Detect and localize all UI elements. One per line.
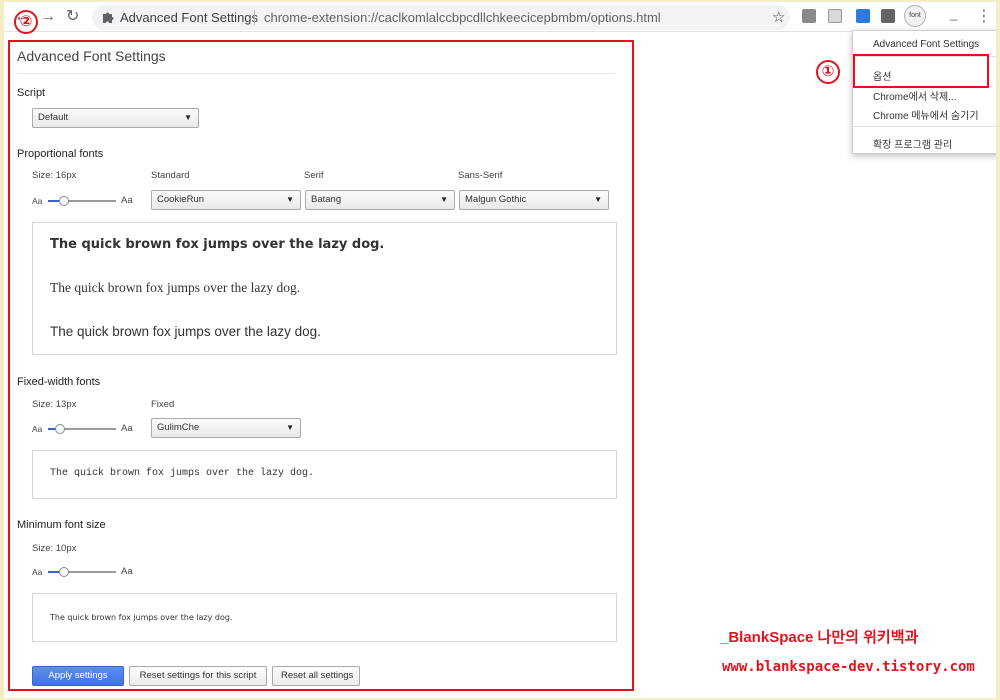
minimize-icon: _ <box>950 6 958 21</box>
menu-item-hide[interactable]: Chrome 메뉴에서 숨기기 <box>873 107 979 122</box>
settings-highlight-box <box>8 40 634 691</box>
puzzle-icon <box>103 12 114 23</box>
bookmark-star-icon[interactable]: ☆ <box>772 8 785 26</box>
menu-item-extension-name[interactable]: Advanced Font Settings <box>873 39 979 50</box>
menu-divider <box>853 126 996 127</box>
address-bar[interactable]: Advanced Font Settings chrome-extension:… <box>92 5 790 30</box>
watermark-url: www.blankspace-dev.tistory.com <box>722 659 975 675</box>
menu-item-remove[interactable]: Chrome에서 삭제... <box>873 88 956 103</box>
extension-check-icon[interactable] <box>856 9 870 23</box>
options-highlight-box <box>853 54 989 88</box>
font-extension-icon[interactable]: font <box>904 5 926 27</box>
extension-icon-2[interactable] <box>828 9 842 23</box>
menu-icon[interactable]: ⋮ <box>976 8 992 26</box>
address-page-title: Advanced Font Settings <box>120 10 259 25</box>
marker-2: ② <box>14 10 38 34</box>
browser-toolbar: ← → ↻ Advanced Font Settings chrome-exte… <box>4 2 996 32</box>
extension-info-icon[interactable] <box>881 9 895 23</box>
address-divider <box>254 10 255 25</box>
extension-context-menu: Advanced Font Settings 옵션 Chrome에서 삭제...… <box>852 30 996 154</box>
browser-window: ← → ↻ Advanced Font Settings chrome-exte… <box>4 2 996 698</box>
address-url[interactable]: chrome-extension://caclkomlalccbpcdllchk… <box>264 10 661 25</box>
marker-1: ① <box>816 60 840 84</box>
reload-icon[interactable]: ↻ <box>66 8 79 26</box>
forward-icon[interactable]: → <box>40 8 56 26</box>
menu-item-manage-extensions[interactable]: 확장 프로그램 관리 <box>873 136 952 151</box>
watermark-title: _BlankSpace 나만의 위키백과 <box>720 629 919 646</box>
extension-icon-1[interactable] <box>802 9 816 23</box>
